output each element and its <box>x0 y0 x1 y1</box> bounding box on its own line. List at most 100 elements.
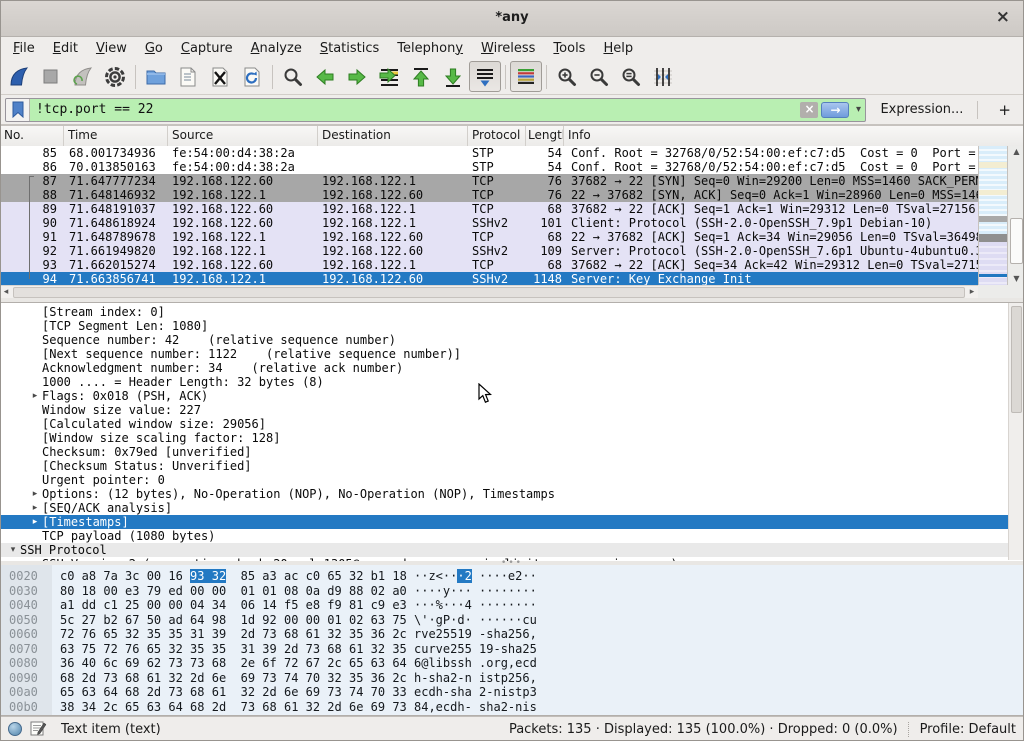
scroll-down-arrow-icon[interactable]: ▼ <box>1008 273 1024 285</box>
hex-row-00a0[interactable]: 00a065 63 64 68 2d 73 68 61 32 2d 6e 69 … <box>0 685 1024 700</box>
column-header-length[interactable]: Length <box>526 126 564 146</box>
column-header-no[interactable]: No. <box>0 126 64 146</box>
save-file-button[interactable] <box>172 61 204 92</box>
go-last-packet-button[interactable] <box>437 61 469 92</box>
menu-analyze[interactable]: Analyze <box>242 39 311 58</box>
go-back-button[interactable] <box>309 61 341 92</box>
capture-options-button[interactable] <box>99 61 131 92</box>
filter-clear-button[interactable]: × <box>800 102 818 118</box>
column-header-source[interactable]: Source <box>168 126 318 146</box>
hex-row-0070[interactable]: 007063 75 72 76 65 32 35 35 31 39 2d 73 … <box>0 642 1024 657</box>
capture-comment-icon[interactable] <box>30 721 47 737</box>
detail-tcp-payload[interactable]: TCP payload (1080 bytes) <box>0 529 1024 543</box>
column-header-destination[interactable]: Destination <box>318 126 468 146</box>
menu-view[interactable]: View <box>87 39 136 58</box>
detail-ssh-protocol[interactable]: ▾SSH Protocol <box>0 543 1024 557</box>
resize-columns-button[interactable] <box>647 61 679 92</box>
detail-urgent-pointer[interactable]: Urgent pointer: 0 <box>0 473 1024 487</box>
detail-header-length[interactable]: 1000 .... = Header Length: 32 bytes (8) <box>0 375 1024 389</box>
zoom-reset-button[interactable] <box>615 61 647 92</box>
filter-value[interactable]: !tcp.port == 22 <box>30 102 800 117</box>
detail-window-scaling[interactable]: [Window size scaling factor: 128] <box>0 431 1024 445</box>
packet-row-94-selected[interactable]: 9471.663856741192.168.122.1192.168.122.6… <box>0 272 978 285</box>
details-vertical-scrollbar[interactable] <box>1008 303 1024 560</box>
expression-button[interactable]: Expression... <box>880 102 963 117</box>
detail-stream-index[interactable]: [Stream index: 0] <box>0 305 1024 319</box>
hex-row-00b0[interactable]: 00b038 34 2c 65 63 64 68 2d 73 68 61 32 … <box>0 700 1024 715</box>
go-forward-button[interactable] <box>341 61 373 92</box>
scroll-left-arrow-icon[interactable]: ◂ <box>0 287 12 297</box>
hex-row-0050[interactable]: 00505c 27 b2 67 50 ad 64 98 1d 92 00 00 … <box>0 613 1024 628</box>
filter-bookmark-button[interactable] <box>6 99 30 121</box>
goto-packet-icon <box>377 65 401 89</box>
detail-next-sequence[interactable]: [Next sequence number: 1122 (relative se… <box>0 347 1024 361</box>
detail-window-size[interactable]: Window size value: 227 <box>0 403 1024 417</box>
scrollbar-thumb[interactable] <box>1010 218 1023 264</box>
hex-row-0090[interactable]: 009068 2d 73 68 61 32 2d 6e 69 73 74 70 … <box>0 671 1024 686</box>
filter-dropdown-arrow[interactable]: ▾ <box>851 104 865 115</box>
restart-capture-button[interactable] <box>67 61 99 92</box>
menu-wireless[interactable]: Wireless <box>472 39 544 58</box>
add-filter-button[interactable]: + <box>990 101 1019 119</box>
detail-ack-number[interactable]: Acknowledgment number: 34 (relative ack … <box>0 361 1024 375</box>
packet-row-90[interactable]: 9071.648618924192.168.122.60192.168.122.… <box>0 216 978 230</box>
expert-info-icon[interactable] <box>8 722 22 736</box>
detail-calc-window[interactable]: [Calculated window size: 29056] <box>0 417 1024 431</box>
detail-sequence-number[interactable]: Sequence number: 42 (relative sequence n… <box>0 333 1024 347</box>
hex-row-0060[interactable]: 006072 76 65 32 35 35 31 39 2d 73 68 61 … <box>0 627 1024 642</box>
menu-capture[interactable]: Capture <box>172 39 242 58</box>
hex-row-0080[interactable]: 008036 40 6c 69 62 73 73 68 2e 6f 72 67 … <box>0 656 1024 671</box>
packet-row-91[interactable]: 9171.648789678192.168.122.1192.168.122.6… <box>0 230 978 244</box>
packet-row-93[interactable]: 9371.662015274192.168.122.60192.168.122.… <box>0 258 978 272</box>
hex-row-0030[interactable]: 003080 18 00 e3 79 ed 00 00 01 01 08 0a … <box>0 584 1024 599</box>
colorize-packets-button[interactable] <box>510 61 542 92</box>
scroll-right-arrow-icon[interactable]: ▸ <box>966 287 978 297</box>
menu-statistics[interactable]: Statistics <box>311 39 388 58</box>
packet-list-horizontal-scrollbar[interactable]: ◂ ▸ <box>0 285 978 298</box>
detail-flags[interactable]: ▸Flags: 0x018 (PSH, ACK) <box>0 389 1024 403</box>
detail-options[interactable]: ▸Options: (12 bytes), No-Operation (NOP)… <box>0 487 1024 501</box>
profile-label[interactable]: Profile: Default <box>920 722 1016 737</box>
reload-file-button[interactable] <box>236 61 268 92</box>
find-packet-button[interactable] <box>277 61 309 92</box>
intelligent-scrollbar-minimap[interactable] <box>978 146 1008 285</box>
packet-row-89[interactable]: 8971.648191037192.168.122.60192.168.122.… <box>0 202 978 216</box>
open-file-button[interactable] <box>140 61 172 92</box>
column-header-time[interactable]: Time <box>64 126 168 146</box>
detail-checksum-status[interactable]: [Checksum Status: Unverified] <box>0 459 1024 473</box>
packet-row-92[interactable]: 9271.661949820192.168.122.1192.168.122.6… <box>0 244 978 258</box>
scrollbar-thumb[interactable] <box>1011 306 1022 413</box>
go-first-packet-button[interactable] <box>405 61 437 92</box>
menu-telephony[interactable]: Telephony <box>388 39 472 58</box>
column-header-info[interactable]: Info <box>564 126 1024 146</box>
auto-scroll-button[interactable] <box>469 61 501 92</box>
detail-checksum[interactable]: Checksum: 0x79ed [unverified] <box>0 445 1024 459</box>
packet-row-85[interactable]: 8568.001734936fe:54:00:d4:38:2aSTP54Conf… <box>0 146 978 160</box>
menu-edit[interactable]: Edit <box>44 39 87 58</box>
packet-list-vertical-scrollbar[interactable]: ▲ ▼ <box>1007 146 1024 285</box>
detail-timestamps-selected[interactable]: ▸[Timestamps] <box>0 515 1024 529</box>
zoom-in-button[interactable] <box>551 61 583 92</box>
detail-seq-ack-analysis[interactable]: ▸[SEQ/ACK analysis] <box>0 501 1024 515</box>
hex-row-0040[interactable]: 0040a1 dd c1 25 00 00 04 34 06 14 f5 e8 … <box>0 598 1024 613</box>
hex-row-0020[interactable]: 0020c0 a8 7a 3c 00 16 93 32 85 a3 ac c0 … <box>0 569 1024 584</box>
menu-tools[interactable]: Tools <box>544 39 594 58</box>
close-window-button[interactable]: × <box>992 0 1014 36</box>
menu-go[interactable]: Go <box>136 39 172 58</box>
packet-row-86[interactable]: 8670.013850163fe:54:00:d4:38:2aSTP54Conf… <box>0 160 978 174</box>
close-file-button[interactable] <box>204 61 236 92</box>
menu-help[interactable]: Help <box>594 39 642 58</box>
packet-row-88[interactable]: 8871.648146932192.168.122.1192.168.122.6… <box>0 188 978 202</box>
filter-apply-button[interactable]: → <box>821 102 849 118</box>
packet-row-87[interactable]: 8771.647777234192.168.122.60192.168.122.… <box>0 174 978 188</box>
scrollbar-thumb[interactable] <box>13 287 965 298</box>
zoom-out-button[interactable] <box>583 61 615 92</box>
column-header-protocol[interactable]: Protocol <box>468 126 526 146</box>
go-to-packet-button[interactable] <box>373 61 405 92</box>
scroll-up-arrow-icon[interactable]: ▲ <box>1008 146 1024 158</box>
start-capture-button[interactable] <box>3 61 35 92</box>
display-filter-input[interactable]: !tcp.port == 22 × → ▾ <box>5 98 866 122</box>
detail-segment-len[interactable]: [TCP Segment Len: 1080] <box>0 319 1024 333</box>
menu-file[interactable]: File <box>4 39 44 58</box>
stop-capture-button[interactable] <box>35 61 67 92</box>
